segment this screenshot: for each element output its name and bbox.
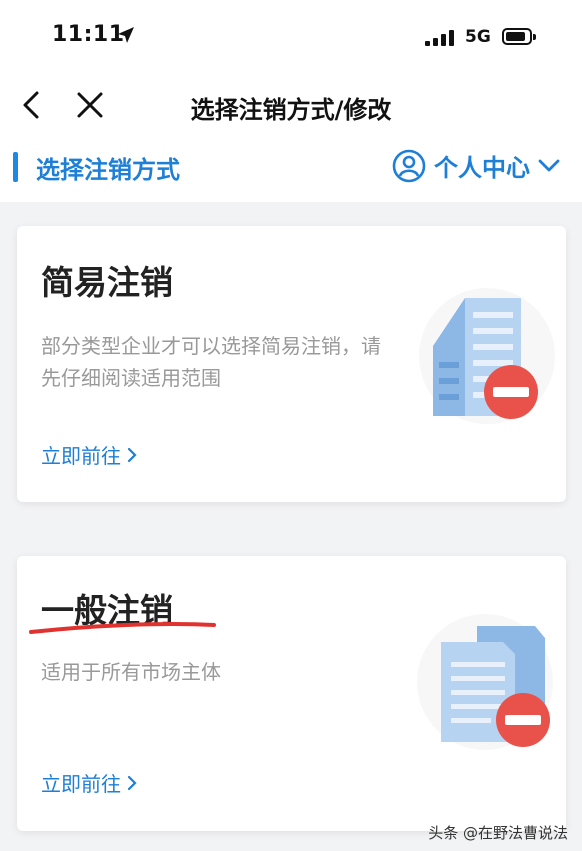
card-title: 简易注销 — [41, 263, 173, 302]
card-description: 适用于所有市场主体 — [41, 660, 221, 684]
personal-center-label: 个人中心 — [434, 154, 530, 182]
navigation-bar: 选择注销方式/修改 — [0, 78, 582, 132]
card-description: 部分类型企业才可以选择简易注销，请先仔细阅读适用范围 — [41, 334, 381, 390]
section-header: 选择注销方式 个人中心 — [0, 132, 582, 202]
chevron-right-icon — [127, 775, 137, 790]
status-bar: 11:11 5G — [0, 0, 582, 78]
back-chevron-icon[interactable] — [18, 90, 46, 120]
close-icon[interactable] — [76, 90, 104, 120]
simple-deregistration-card[interactable]: 简易注销 部分类型企业才可以选择简易注销，请先仔细阅读适用范围 立即前往 — [17, 226, 566, 502]
go-now-label: 立即前往 — [41, 444, 121, 468]
watermark-text: 头条 @在野法曹说法 — [428, 824, 568, 842]
network-type: 5G — [465, 27, 491, 47]
user-circle-icon — [392, 149, 426, 182]
battery-icon — [502, 28, 536, 45]
go-now-link[interactable]: 立即前往 — [41, 768, 137, 797]
section-title: 选择注销方式 — [36, 156, 180, 184]
chevron-down-icon — [538, 159, 560, 171]
building-cancel-icon — [419, 288, 555, 424]
go-now-link[interactable]: 立即前往 — [41, 440, 137, 469]
general-deregistration-card[interactable]: 一般注销 适用于所有市场主体 立即前往 — [17, 556, 566, 831]
section-accent-bar — [13, 152, 18, 182]
red-underline-annotation — [29, 621, 216, 634]
personal-center-button[interactable]: 个人中心 — [392, 148, 560, 183]
cellular-signal-icon — [425, 30, 454, 46]
go-now-label: 立即前往 — [41, 772, 121, 796]
document-cancel-icon — [417, 614, 553, 750]
location-arrow-icon — [118, 27, 134, 43]
status-time: 11:11 — [52, 22, 125, 47]
chevron-right-icon — [127, 447, 137, 462]
